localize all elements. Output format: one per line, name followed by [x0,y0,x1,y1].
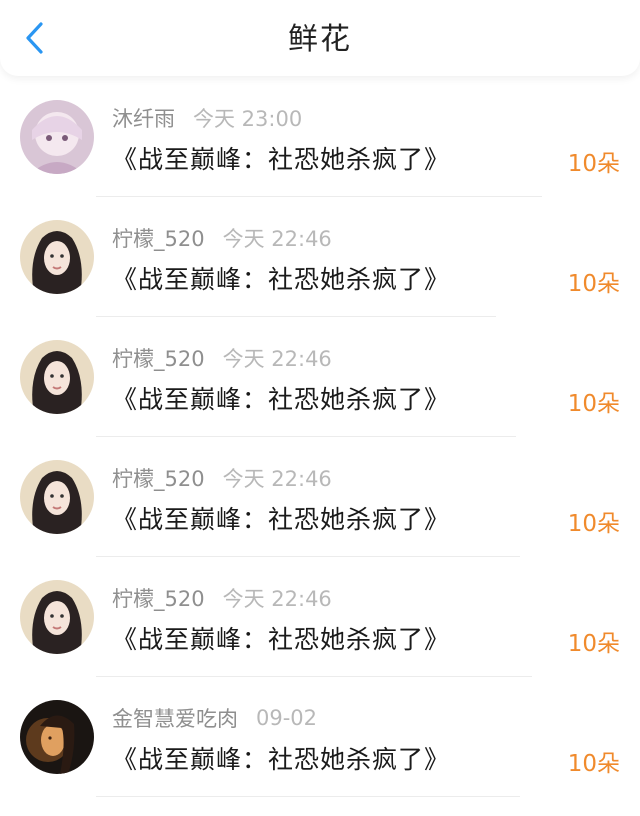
avatar[interactable] [20,580,94,654]
flower-count: 10朵 [567,151,620,177]
book-title[interactable]: 《战至巅峰：社恐她杀疯了》 [112,380,450,416]
divider [96,796,520,797]
flower-count: 10朵 [567,271,620,297]
username[interactable]: 柠檬_520 [112,463,205,493]
page-title: 鲜花 [288,22,352,57]
woman-photo-avatar [20,220,94,294]
username[interactable]: 沐纤雨 [112,103,175,133]
flower-count: 10朵 [567,751,620,777]
list-item[interactable]: 柠檬_520 今天 22:46 《战至巅峰：社恐她杀疯了》 10朵 [0,336,640,456]
list-item[interactable]: 沐纤雨 今天 23:00 《战至巅峰：社恐她杀疯了》 10朵 [0,96,640,216]
book-title[interactable]: 《战至巅峰：社恐她杀疯了》 [112,260,450,296]
list-item[interactable]: 柠檬_520 今天 22:46 《战至巅峰：社恐她杀疯了》 10朵 [0,216,640,336]
timestamp: 今天 22:46 [222,227,332,251]
flower-list: 沐纤雨 今天 23:00 《战至巅峰：社恐她杀疯了》 10朵 柠檬_520 今天… [0,96,640,816]
timestamp: 今天 22:46 [222,467,332,491]
avatar[interactable] [20,220,94,294]
list-item[interactable]: 柠檬_520 今天 22:46 《战至巅峰：社恐她杀疯了》 10朵 [0,456,640,576]
book-title[interactable]: 《战至巅峰：社恐她杀疯了》 [112,620,450,656]
timestamp: 今天 23:00 [193,107,303,131]
top-bar: 鲜花 [0,0,640,76]
divider [96,676,532,677]
divider [96,196,542,197]
flower-count: 10朵 [567,631,620,657]
divider [96,556,520,557]
avatar[interactable] [20,100,94,174]
book-title[interactable]: 《战至巅峰：社恐她杀疯了》 [112,740,450,776]
timestamp: 今天 22:46 [222,347,332,371]
dark-portrait-avatar [20,700,94,774]
book-title[interactable]: 《战至巅峰：社恐她杀疯了》 [112,140,450,176]
username[interactable]: 柠檬_520 [112,343,205,373]
list-item[interactable]: 金智慧爱吃肉 09-02 《战至巅峰：社恐她杀疯了》 10朵 [0,696,640,816]
woman-photo-avatar [20,580,94,654]
woman-photo-avatar [20,340,94,414]
timestamp: 09-02 [256,706,318,730]
username[interactable]: 柠檬_520 [112,223,205,253]
avatar[interactable] [20,340,94,414]
flower-count: 10朵 [567,511,620,537]
woman-photo-avatar [20,460,94,534]
timestamp: 今天 22:46 [222,587,332,611]
book-title[interactable]: 《战至巅峰：社恐她杀疯了》 [112,500,450,536]
username[interactable]: 柠檬_520 [112,583,205,613]
cartoon-girl-avatar [20,100,94,174]
list-item[interactable]: 柠檬_520 今天 22:46 《战至巅峰：社恐她杀疯了》 10朵 [0,576,640,696]
divider [96,316,496,317]
username[interactable]: 金智慧爱吃肉 [112,703,238,733]
divider [96,436,516,437]
flower-count: 10朵 [567,391,620,417]
avatar[interactable] [20,460,94,534]
avatar[interactable] [20,700,94,774]
